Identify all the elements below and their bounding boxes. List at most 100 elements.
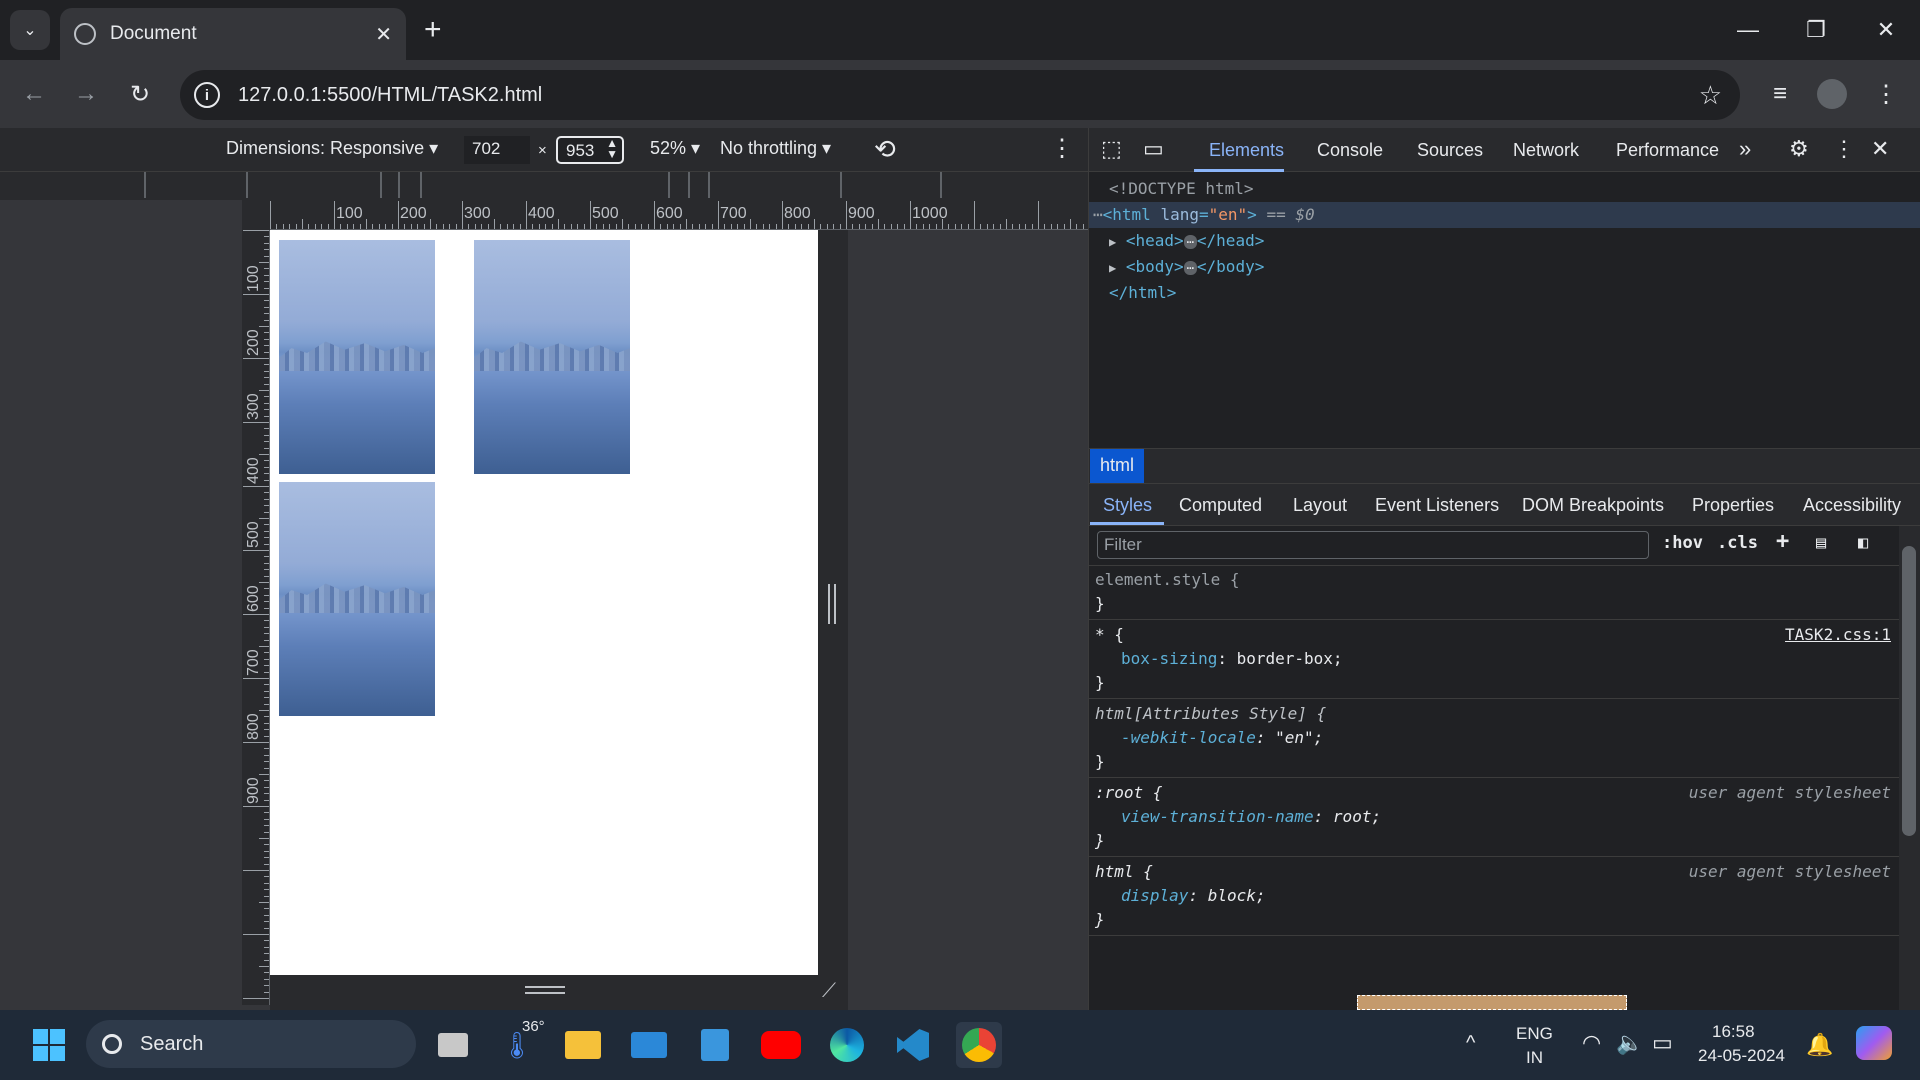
style-rule[interactable]: * { TASK2.css:1 box-sizing: border-box; … (1089, 620, 1899, 699)
tab-dom-breakpoints[interactable]: DOM Breakpoints (1522, 495, 1664, 516)
height-input[interactable]: 953 ▲ ▼ (556, 136, 624, 164)
edge-button[interactable] (824, 1022, 870, 1068)
rotate-icon[interactable]: ⟲ (874, 134, 896, 165)
clock-time[interactable]: 16:58 (1712, 1022, 1755, 1042)
dimensions-dropdown[interactable]: Dimensions: Responsive ▾ (226, 138, 438, 159)
rule-declaration[interactable]: box-sizing: border-box; (1121, 647, 1343, 671)
new-tab-button[interactable]: + (424, 14, 442, 46)
language-bottom[interactable]: IN (1526, 1048, 1543, 1068)
info-icon[interactable]: i (194, 82, 220, 108)
media-query-marker[interactable] (840, 172, 842, 198)
wifi-icon[interactable]: ◠ (1582, 1030, 1601, 1056)
dom-html-node[interactable]: ⋯<html lang="en"> == $0 (1089, 202, 1920, 228)
device-more-icon[interactable]: ⋮ (1050, 134, 1074, 163)
restore-button[interactable]: ❐ (1786, 10, 1846, 50)
youtube-button[interactable] (758, 1022, 804, 1068)
tab-computed[interactable]: Computed (1179, 495, 1262, 516)
device-toggle-icon[interactable]: ▭ (1143, 136, 1164, 162)
media-query-marker[interactable] (246, 172, 248, 198)
style-rule[interactable]: element.style { } (1089, 566, 1899, 620)
resize-handle-bottom[interactable] (525, 986, 565, 994)
chrome-button[interactable] (956, 1022, 1002, 1068)
media-query-marker[interactable] (144, 172, 146, 198)
rule-source-link[interactable]: TASK2.css:1 (1785, 625, 1891, 644)
tab-console[interactable]: Console (1317, 140, 1383, 161)
mail-button[interactable] (626, 1022, 672, 1068)
expand-triangle-icon[interactable]: ▶ (1109, 235, 1116, 249)
paint-icon[interactable]: ▤ (1816, 533, 1826, 553)
file-explorer-button[interactable] (560, 1022, 606, 1068)
minimize-button[interactable]: — (1718, 10, 1778, 50)
breadcrumb-html[interactable]: html (1090, 449, 1145, 483)
height-value[interactable]: 953 (566, 141, 594, 160)
devtools-menu-icon[interactable]: ⋮ (1833, 136, 1855, 162)
bell-icon[interactable]: 🔔 (1806, 1032, 1833, 1058)
tab-styles[interactable]: Styles (1103, 495, 1152, 516)
url-text[interactable]: 127.0.0.1:5500/HTML/TASK2.html (238, 84, 1699, 107)
style-rule[interactable]: :root { user agent stylesheet view-trans… (1089, 778, 1899, 857)
close-window-button[interactable]: ✕ (1856, 10, 1916, 50)
clock-date[interactable]: 24-05-2024 (1698, 1046, 1785, 1066)
tab-accessibility[interactable]: Accessibility (1803, 495, 1901, 516)
collapsed-ellipsis[interactable]: ⋯ (1183, 261, 1197, 275)
browser-menu-button[interactable]: ⋮ (1866, 74, 1906, 114)
throttling-dropdown[interactable]: No throttling ▾ (720, 138, 831, 159)
address-bar[interactable]: i 127.0.0.1:5500/HTML/TASK2.html ☆ (180, 70, 1740, 120)
dom-head-node[interactable]: ▶ <head> ⋯ </head> (1089, 228, 1920, 254)
more-tabs-icon[interactable]: » (1739, 136, 1751, 162)
style-rule[interactable]: html { user agent stylesheet display: bl… (1089, 857, 1899, 936)
dom-tree[interactable]: <!DOCTYPE html> ⋯<html lang="en"> == $0 … (1089, 172, 1920, 448)
bookmark-star-icon[interactable]: ☆ (1699, 80, 1722, 111)
emulated-viewport[interactable] (270, 230, 818, 975)
rule-declaration[interactable]: view-transition-name: root; (1121, 805, 1381, 829)
profile-button[interactable] (1812, 74, 1852, 114)
styles-rules-pane[interactable]: element.style { } * { TASK2.css:1 box-si… (1089, 566, 1899, 1010)
taskbar-search[interactable]: Search (86, 1020, 416, 1068)
browser-tab[interactable]: Document ✕ (60, 8, 406, 60)
media-query-marker[interactable] (380, 172, 382, 198)
tab-network[interactable]: Network (1513, 140, 1579, 161)
vscode-button[interactable] (890, 1022, 936, 1068)
forward-button[interactable]: → (66, 74, 106, 114)
tab-search-button[interactable]: ⌄ (10, 10, 50, 50)
styles-filter-input[interactable]: Filter (1097, 531, 1649, 559)
resize-handle-right[interactable] (828, 584, 836, 624)
collapsed-ellipsis[interactable]: ⋯ (1183, 235, 1197, 249)
width-input[interactable]: 702 (464, 136, 530, 164)
resize-corner-icon[interactable]: ⟋ (822, 980, 836, 1003)
chevron-up-icon[interactable]: ^ (1466, 1032, 1475, 1055)
stepper-icon[interactable]: ▲ ▼ (606, 137, 618, 160)
back-button[interactable]: ← (14, 74, 54, 114)
rule-declaration[interactable]: -webkit-locale: "en"; (1121, 726, 1323, 750)
style-rule[interactable]: html[Attributes Style] { -webkit-locale:… (1089, 699, 1899, 778)
scrollbar-thumb[interactable] (1902, 546, 1916, 836)
tab-event-listeners[interactable]: Event Listeners (1375, 495, 1499, 516)
zoom-dropdown[interactable]: 52% ▾ (650, 138, 700, 159)
media-query-bar[interactable] (0, 172, 1088, 200)
class-toggle-button[interactable]: .cls (1717, 533, 1758, 553)
weather-widget[interactable]: 🌡 36° (494, 1018, 544, 1068)
close-devtools-icon[interactable]: ✕ (1871, 136, 1889, 162)
media-query-marker[interactable] (940, 172, 942, 198)
tab-sources[interactable]: Sources (1417, 140, 1483, 161)
dom-body-node[interactable]: ▶ <body> ⋯ </body> (1089, 254, 1920, 280)
inspect-element-icon[interactable]: ⬚ (1101, 136, 1122, 162)
copilot-icon[interactable] (1856, 1026, 1892, 1060)
dom-html-close[interactable]: </html> (1089, 280, 1920, 306)
media-query-marker[interactable] (398, 172, 400, 198)
notepad-button[interactable] (692, 1022, 738, 1068)
tab-close-icon[interactable]: ✕ (375, 22, 392, 47)
tab-layout[interactable]: Layout (1293, 495, 1347, 516)
battery-icon[interactable]: ▭ (1652, 1030, 1673, 1056)
media-query-marker[interactable] (420, 172, 422, 198)
media-query-marker[interactable] (688, 172, 690, 198)
dom-doctype[interactable]: <!DOCTYPE html> (1089, 176, 1920, 202)
media-query-marker[interactable] (708, 172, 710, 198)
start-button[interactable] (26, 1022, 72, 1068)
reload-button[interactable]: ↻ (120, 74, 160, 114)
language-top[interactable]: ENG (1516, 1024, 1553, 1044)
new-rule-button[interactable]: + (1776, 529, 1789, 554)
sidebar-toggle-icon[interactable]: ◧ (1858, 533, 1868, 553)
media-control-button[interactable]: ≡ (1760, 74, 1800, 114)
expand-triangle-icon[interactable]: ▶ (1109, 261, 1116, 275)
